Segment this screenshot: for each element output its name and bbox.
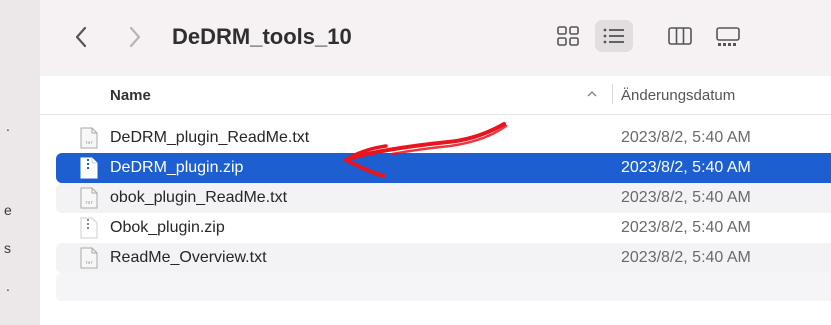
zip-archive-icon xyxy=(80,217,98,239)
file-date: 2023/8/2, 5:40 AM xyxy=(621,219,751,236)
file-row-selected[interactable]: DeDRM_plugin.zip 2023/8/2, 5:40 AM xyxy=(56,153,831,183)
list-view-button[interactable] xyxy=(595,20,633,52)
text-document-icon: TXT xyxy=(80,127,98,149)
file-row[interactable]: TXT DeDRM_plugin_ReadMe.txt 2023/8/2, 5:… xyxy=(56,123,831,153)
sort-chevron-up-icon[interactable] xyxy=(585,87,599,101)
list-view-icon xyxy=(603,28,624,44)
gallery-view-button[interactable] xyxy=(708,20,746,52)
chevron-left-icon xyxy=(75,26,87,48)
file-name: ReadMe_Overview.txt xyxy=(110,249,267,266)
text-document-icon: TXT xyxy=(80,247,98,269)
file-date: 2023/8/2, 5:40 AM xyxy=(621,129,751,146)
sidebar-fragment-dot: . xyxy=(6,118,10,134)
window-title: DeDRM_tools_10 xyxy=(172,24,352,49)
column-header-date[interactable]: Änderungsdatum xyxy=(621,87,735,104)
file-date: 2023/8/2, 5:40 AM xyxy=(621,249,751,266)
file-row[interactable]: TXT obok_plugin_ReadMe.txt 2023/8/2, 5:4… xyxy=(56,183,831,213)
column-header-name[interactable]: Name xyxy=(110,87,151,104)
file-row[interactable]: TXT ReadMe_Overview.txt 2023/8/2, 5:40 A… xyxy=(56,243,831,273)
file-date: 2023/8/2, 5:40 AM xyxy=(621,189,751,206)
toolbar: DeDRM_tools_10 xyxy=(40,0,831,76)
sidebar-fragment-dot-2: . xyxy=(6,278,10,294)
file-name: DeDRM_plugin_ReadMe.txt xyxy=(110,129,310,146)
sidebar-fragment-1[interactable]: e xyxy=(4,202,44,218)
text-document-icon: TXT xyxy=(80,187,98,209)
empty-row-striped xyxy=(56,273,831,301)
file-name: Obok_plugin.zip xyxy=(110,219,225,236)
header-divider xyxy=(40,114,831,115)
file-name: DeDRM_plugin.zip xyxy=(110,159,244,176)
svg-text:TXT: TXT xyxy=(85,140,93,145)
zip-archive-icon xyxy=(80,157,98,179)
column-view-button[interactable] xyxy=(660,20,698,52)
svg-text:TXT: TXT xyxy=(85,260,93,265)
sidebar-fragment-2[interactable]: s xyxy=(4,240,44,256)
file-date: 2023/8/2, 5:40 AM xyxy=(621,159,751,176)
column-view-icon xyxy=(668,27,692,45)
chevron-right-icon xyxy=(129,26,141,48)
column-divider xyxy=(612,84,613,104)
file-row[interactable]: Obok_plugin.zip 2023/8/2, 5:40 AM xyxy=(56,213,831,243)
sidebar: . e s . xyxy=(0,0,40,325)
gallery-view-icon xyxy=(716,27,740,46)
back-button[interactable] xyxy=(68,22,94,52)
column-header: Name Änderungsdatum xyxy=(40,76,831,114)
icon-view-grid-icon xyxy=(557,26,579,46)
svg-text:TXT: TXT xyxy=(85,200,93,205)
file-name: obok_plugin_ReadMe.txt xyxy=(110,189,288,206)
icon-view-button[interactable] xyxy=(549,20,587,52)
forward-button[interactable] xyxy=(122,22,148,52)
